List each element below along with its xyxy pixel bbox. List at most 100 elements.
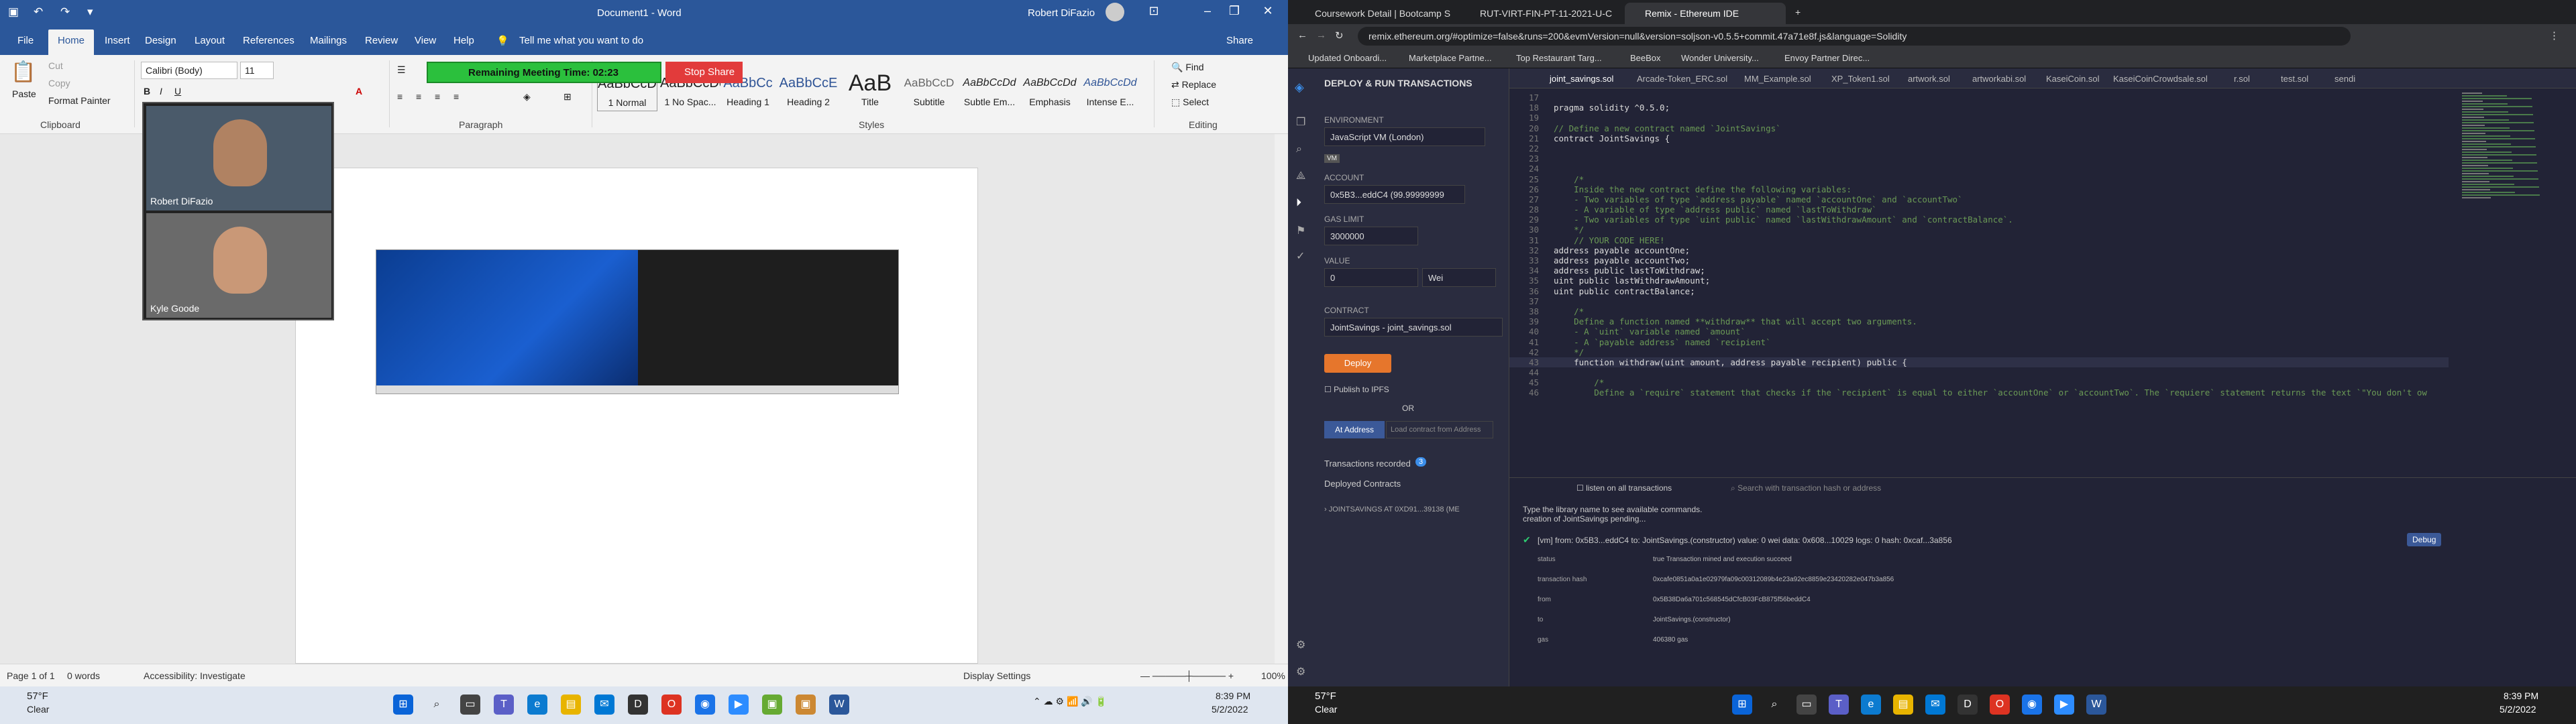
font-name-box[interactable]: Calibri (Body) xyxy=(141,62,237,79)
document-page[interactable] xyxy=(295,168,978,664)
share-button[interactable]: Share xyxy=(1226,35,1253,46)
code-line[interactable]: 23 xyxy=(1509,154,2449,164)
tab-file[interactable]: File xyxy=(17,35,34,46)
search-icon[interactable]: ⌕ xyxy=(1764,695,1784,715)
format-painter-button[interactable]: Format Painter xyxy=(48,95,111,106)
start-icon[interactable]: ⊞ xyxy=(393,695,413,715)
style-subtitle[interactable]: AaBbCcD Subtitle xyxy=(899,70,959,111)
code-line[interactable]: 22 xyxy=(1509,143,2449,154)
explorer-icon[interactable]: ▤ xyxy=(561,695,581,715)
weather-temp[interactable]: 57°F xyxy=(27,690,48,702)
environment-select[interactable]: JavaScript VM (London) xyxy=(1324,127,1485,146)
code-minimap[interactable] xyxy=(2462,93,2569,227)
copy-button[interactable]: Copy xyxy=(48,78,70,88)
style-intense-emphasis[interactable]: AaBbCcDd Intense E... xyxy=(1080,70,1140,111)
style-subtle-emphasis[interactable]: AaBbCcDd Subtle Em... xyxy=(959,70,1020,111)
font-color-icon[interactable]: A xyxy=(356,86,362,97)
close-icon[interactable]: ✕ xyxy=(1254,4,1281,18)
accessibility-status[interactable]: Accessibility: Investigate xyxy=(144,670,246,681)
code-line[interactable]: 33 address payable accountTwo; xyxy=(1509,255,2449,265)
minimize-icon[interactable]: – xyxy=(1194,4,1221,18)
code-line[interactable]: 21 contract JointSavings { xyxy=(1509,133,2449,143)
plugin-manager-icon[interactable]: ⚙ xyxy=(1296,638,1305,652)
redo-icon[interactable]: ↷ xyxy=(60,5,70,19)
chrome-icon[interactable]: ◉ xyxy=(695,695,715,715)
office-icon[interactable]: O xyxy=(661,695,682,715)
at-address-button[interactable]: At Address xyxy=(1324,421,1385,438)
align-center-icon[interactable]: ≡ xyxy=(416,91,421,102)
reload-icon[interactable]: ↻ xyxy=(1335,29,1344,42)
font-size-box[interactable]: 11 xyxy=(240,62,274,79)
bold-icon[interactable]: B xyxy=(144,86,150,97)
tab-review[interactable]: Review xyxy=(365,35,398,46)
code-line[interactable]: 46 Define a `require` statement that che… xyxy=(1509,387,2449,398)
undo-icon[interactable]: ↶ xyxy=(34,5,43,19)
editor-tab[interactable]: test.sol xyxy=(2281,74,2308,84)
align-left-icon[interactable]: ≡ xyxy=(397,91,402,102)
url-field[interactable]: remix.ethereum.org/#optimize=false&runs=… xyxy=(1358,27,2351,46)
style-emphasis[interactable]: AaBbCcDd Emphasis xyxy=(1020,70,1080,111)
editor-tab[interactable]: artworkabi.sol xyxy=(1972,74,2026,84)
code-line[interactable]: 30 */ xyxy=(1509,225,2449,235)
style-heading-2[interactable]: AaBbCcE Heading 2 xyxy=(778,70,839,111)
autosave-icon[interactable]: ▣ xyxy=(8,5,19,19)
word-count[interactable]: 0 words xyxy=(67,670,100,681)
deploy-icon[interactable]: ⏵ xyxy=(1296,197,1301,209)
borders-icon[interactable]: ⊞ xyxy=(564,91,572,103)
value-input[interactable]: 0 xyxy=(1324,268,1418,287)
code-line[interactable]: 45 /* xyxy=(1509,377,2449,387)
editor-tab[interactable]: XP_Token1.sol xyxy=(1831,74,1890,84)
shading-icon[interactable]: ◈ xyxy=(523,91,531,103)
align-right-icon[interactable]: ≡ xyxy=(435,91,440,102)
find-button[interactable]: 🔍 Find xyxy=(1171,62,1204,73)
italic-icon[interactable]: I xyxy=(160,86,162,97)
mail-icon[interactable]: ✉ xyxy=(594,695,614,715)
zoom-level[interactable]: 100% xyxy=(1261,670,1285,681)
app-icon[interactable]: ▣ xyxy=(762,695,782,715)
chrome-menu-icon[interactable]: ⋮ xyxy=(2549,29,2559,42)
code-line[interactable]: 31 // YOUR CODE HERE! xyxy=(1509,235,2449,245)
code-line[interactable]: 27 - Two variables of type `address paya… xyxy=(1509,194,2449,204)
tx-field-value[interactable]: 0x5B38Da6a701c568545dCfcB03FcB875f56bedd… xyxy=(1653,596,1811,603)
task-view-icon[interactable]: ▭ xyxy=(1796,695,1817,715)
contract-select[interactable]: JointSavings - joint_savings.sol xyxy=(1324,318,1503,337)
code-line[interactable]: 44 xyxy=(1509,367,2449,377)
bookmark[interactable]: Wonder University... xyxy=(1681,53,1759,63)
verify-icon[interactable]: ✓ xyxy=(1296,249,1305,263)
code-lines[interactable]: 17 18 pragma solidity ^0.5.0; 19 20 // Define… xyxy=(1509,93,2449,475)
transactions-recorded-label[interactable]: Transactions recorded xyxy=(1324,459,1411,469)
tab-help[interactable]: Help xyxy=(453,35,474,46)
tx-field-value[interactable]: 406380 gas xyxy=(1653,636,1688,644)
code-line[interactable]: 19 xyxy=(1509,113,2449,123)
tell-me-box[interactable]: Tell me what you want to do xyxy=(519,35,643,46)
style-title[interactable]: AaB Title xyxy=(840,70,900,111)
code-line[interactable]: 20 // Define a new contract named `JointS… xyxy=(1509,123,2449,133)
paste-button[interactable]: Paste xyxy=(12,88,36,99)
tx-field-value[interactable]: JointSavings.(constructor) xyxy=(1653,616,1731,623)
code-line[interactable]: 26 Inside the new contract define the fo… xyxy=(1509,184,2449,194)
gas-limit-input[interactable]: 3000000 xyxy=(1324,227,1418,245)
forward-icon[interactable]: → xyxy=(1316,29,1326,41)
weather-temp[interactable]: 57°F xyxy=(1315,690,1336,702)
tab-layout[interactable]: Layout xyxy=(195,35,225,46)
display-settings[interactable]: Display Settings xyxy=(963,670,1030,681)
code-line[interactable]: 40 - A `uint` variable named `amount` xyxy=(1509,326,2449,337)
editor-tab[interactable]: r.sol xyxy=(2234,74,2250,84)
word-icon[interactable]: W xyxy=(2086,695,2106,715)
chrome-icon[interactable]: ◉ xyxy=(2022,695,2042,715)
bookmark[interactable]: BeeBox xyxy=(1630,53,1661,63)
page-count[interactable]: Page 1 of 1 xyxy=(7,670,55,681)
editor-tab[interactable]: KaseiCoinCrowdsale.sol xyxy=(2113,74,2208,84)
office-icon[interactable]: O xyxy=(1990,695,2010,715)
select-button[interactable]: ⬚ Select xyxy=(1171,97,1209,108)
debug-button[interactable]: Debug xyxy=(2407,533,2442,546)
code-line[interactable]: 38 /* xyxy=(1509,306,2449,316)
code-line[interactable]: 28 - A variable of type `address public`… xyxy=(1509,204,2449,215)
tx-field-value[interactable]: 0xcafe0851a0a1e02979fa09c00312089b4e23a9… xyxy=(1653,576,1894,583)
replace-button[interactable]: ⇄ Replace xyxy=(1171,79,1216,90)
customize-qat-icon[interactable]: ▾ xyxy=(87,5,93,19)
deploy-button[interactable]: Deploy xyxy=(1324,354,1391,373)
dell-icon[interactable]: D xyxy=(1957,695,1978,715)
bookmark[interactable]: Updated Onboardi... xyxy=(1308,53,1387,63)
edge-icon[interactable]: e xyxy=(1861,695,1881,715)
